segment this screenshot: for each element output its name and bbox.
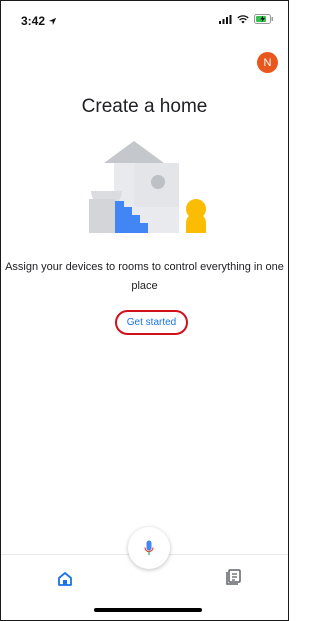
- status-time-group: 3:42: [21, 14, 57, 28]
- get-started-button[interactable]: Get started: [115, 310, 188, 335]
- status-time: 3:42: [21, 14, 46, 28]
- description-text: Assign your devices to rooms to control …: [5, 261, 284, 292]
- home-illustration: [89, 141, 206, 233]
- home-indicator[interactable]: [94, 608, 202, 612]
- get-started-label: Get started: [126, 317, 177, 328]
- feed-icon[interactable]: [225, 567, 243, 585]
- battery-charging-icon: [254, 14, 273, 24]
- home-icon[interactable]: [56, 570, 74, 588]
- phone-screen: 3:42 N Create a home Assign your devices…: [0, 0, 289, 621]
- voice-assistant-button[interactable]: [128, 527, 170, 569]
- mic-icon: [144, 540, 154, 555]
- status-icons: [219, 14, 274, 24]
- status-bar: 3:42: [1, 1, 288, 37]
- page-title: Create a home: [81, 96, 208, 117]
- signal-icon: [219, 14, 232, 24]
- account-avatar[interactable]: N: [257, 52, 278, 73]
- location-arrow-icon: [48, 17, 57, 25]
- wifi-icon: [237, 14, 249, 23]
